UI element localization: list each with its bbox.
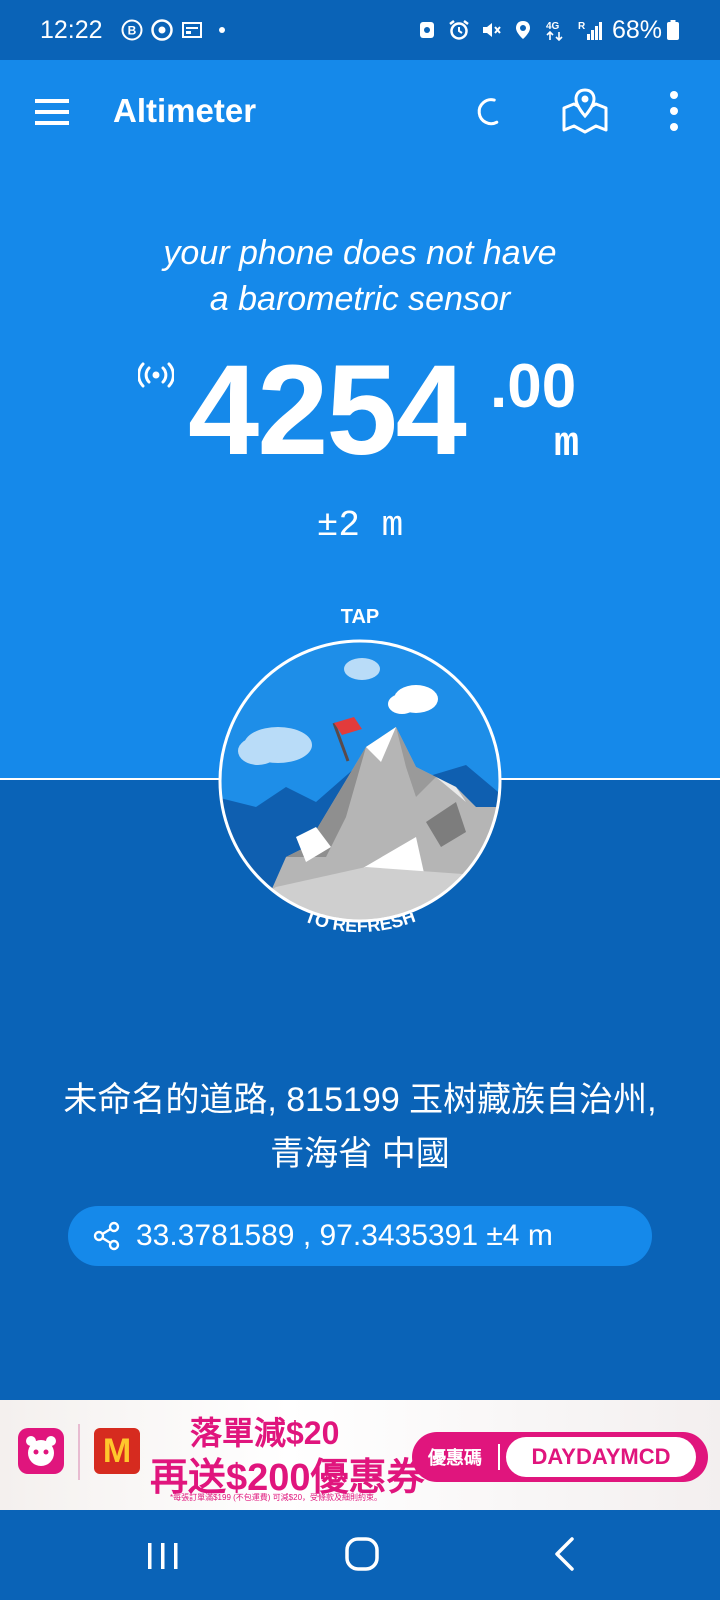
- app-bar: Altimeter: [0, 60, 720, 164]
- altitude-accuracy: ±2 m: [316, 505, 404, 546]
- menu-button[interactable]: [30, 90, 74, 134]
- sensor-message: your phone does not have a barometric se…: [0, 230, 720, 322]
- signal-icon: R: [578, 19, 604, 41]
- gps-signal-icon: [138, 362, 174, 388]
- news-icon: [181, 19, 203, 41]
- alarm-icon: [448, 19, 470, 41]
- battery-icon: [666, 19, 680, 41]
- refresh-button[interactable]: [216, 637, 504, 925]
- navigation-bar: [0, 1510, 720, 1600]
- ad-fine-print: *每張訂單滿$199 (不包運費) 可減$20，受條款及細則約束。: [170, 1493, 383, 1502]
- back-icon: [555, 1537, 574, 1571]
- foodpanda-logo-icon: [18, 1428, 64, 1474]
- altitude-display: 4254 .00 m: [0, 346, 720, 490]
- recents-icon: [148, 1543, 178, 1569]
- dot-icon: [211, 19, 233, 41]
- tap-label: TAP: [340, 606, 380, 628]
- app-title: Altimeter: [113, 92, 257, 129]
- map-marker-icon: [562, 88, 608, 134]
- altitude-unit: m: [554, 420, 580, 468]
- sensor-message-line1: your phone does not have: [163, 234, 557, 272]
- mute-icon: [480, 19, 502, 41]
- altitude-value: 4254: [188, 339, 467, 482]
- recents-button[interactable]: [146, 1540, 180, 1572]
- home-button[interactable]: [344, 1536, 380, 1572]
- ad-promo-code: 優惠碼 DAYDAYMCD: [412, 1432, 708, 1482]
- svg-text:4G: 4G: [546, 21, 560, 32]
- status-bar: 12:22 B 4G R 68%: [0, 0, 720, 60]
- status-time: 12:22: [40, 15, 103, 44]
- coordinates-share-button[interactable]: 33.3781589 , 97.3435391 ±4 m: [68, 1206, 652, 1266]
- mcdonalds-logo-icon: M: [94, 1428, 140, 1474]
- network-4g-icon: 4G: [544, 19, 568, 41]
- status-icons: 4G R 68%: [406, 16, 680, 45]
- svg-text:B: B: [127, 24, 136, 38]
- ad-banner[interactable]: M 落單減$20 再送$200優惠券 *每張訂單滿$199 (不包運費) 可減$…: [0, 1400, 720, 1510]
- battery-percent: 68%: [611, 15, 662, 44]
- sensor-message-line2: a barometric sensor: [209, 280, 511, 318]
- moon-icon: [477, 98, 499, 126]
- ad-divider: [78, 1424, 80, 1480]
- map-button[interactable]: [560, 86, 610, 136]
- menu-icon: [35, 99, 69, 125]
- coordinates-text: 33.3781589 , 97.3435391 ±4 m: [136, 1219, 553, 1252]
- mountain-illustration-icon: [218, 639, 502, 923]
- night-mode-button[interactable]: [470, 90, 514, 134]
- more-options-button[interactable]: [654, 88, 694, 134]
- home-icon: [345, 1537, 379, 1571]
- back-button[interactable]: [552, 1536, 576, 1572]
- svg-text:TO REFRESH: TO REFRESH: [302, 913, 418, 936]
- altitude-decimal: .00: [490, 352, 577, 421]
- chrome-icon: [150, 19, 173, 41]
- refresh-label: TO REFRESH: [302, 913, 418, 936]
- more-vert-icon: [670, 91, 678, 131]
- shield-icon: [416, 19, 438, 41]
- ad-promo-label: 優惠碼: [412, 1444, 500, 1470]
- b-circle-icon: B: [121, 19, 143, 41]
- svg-text:R: R: [578, 21, 586, 32]
- address: 未命名的道路, 815199 玉树藏族自治州, 青海省 中國: [0, 1073, 720, 1181]
- address-line1: 未命名的道路, 815199 玉树藏族自治州,: [63, 1081, 657, 1119]
- share-icon: [93, 1221, 120, 1251]
- location-icon: [512, 19, 534, 41]
- address-line2: 青海省 中國: [270, 1135, 450, 1173]
- ad-promo-value: DAYDAYMCD: [506, 1437, 696, 1477]
